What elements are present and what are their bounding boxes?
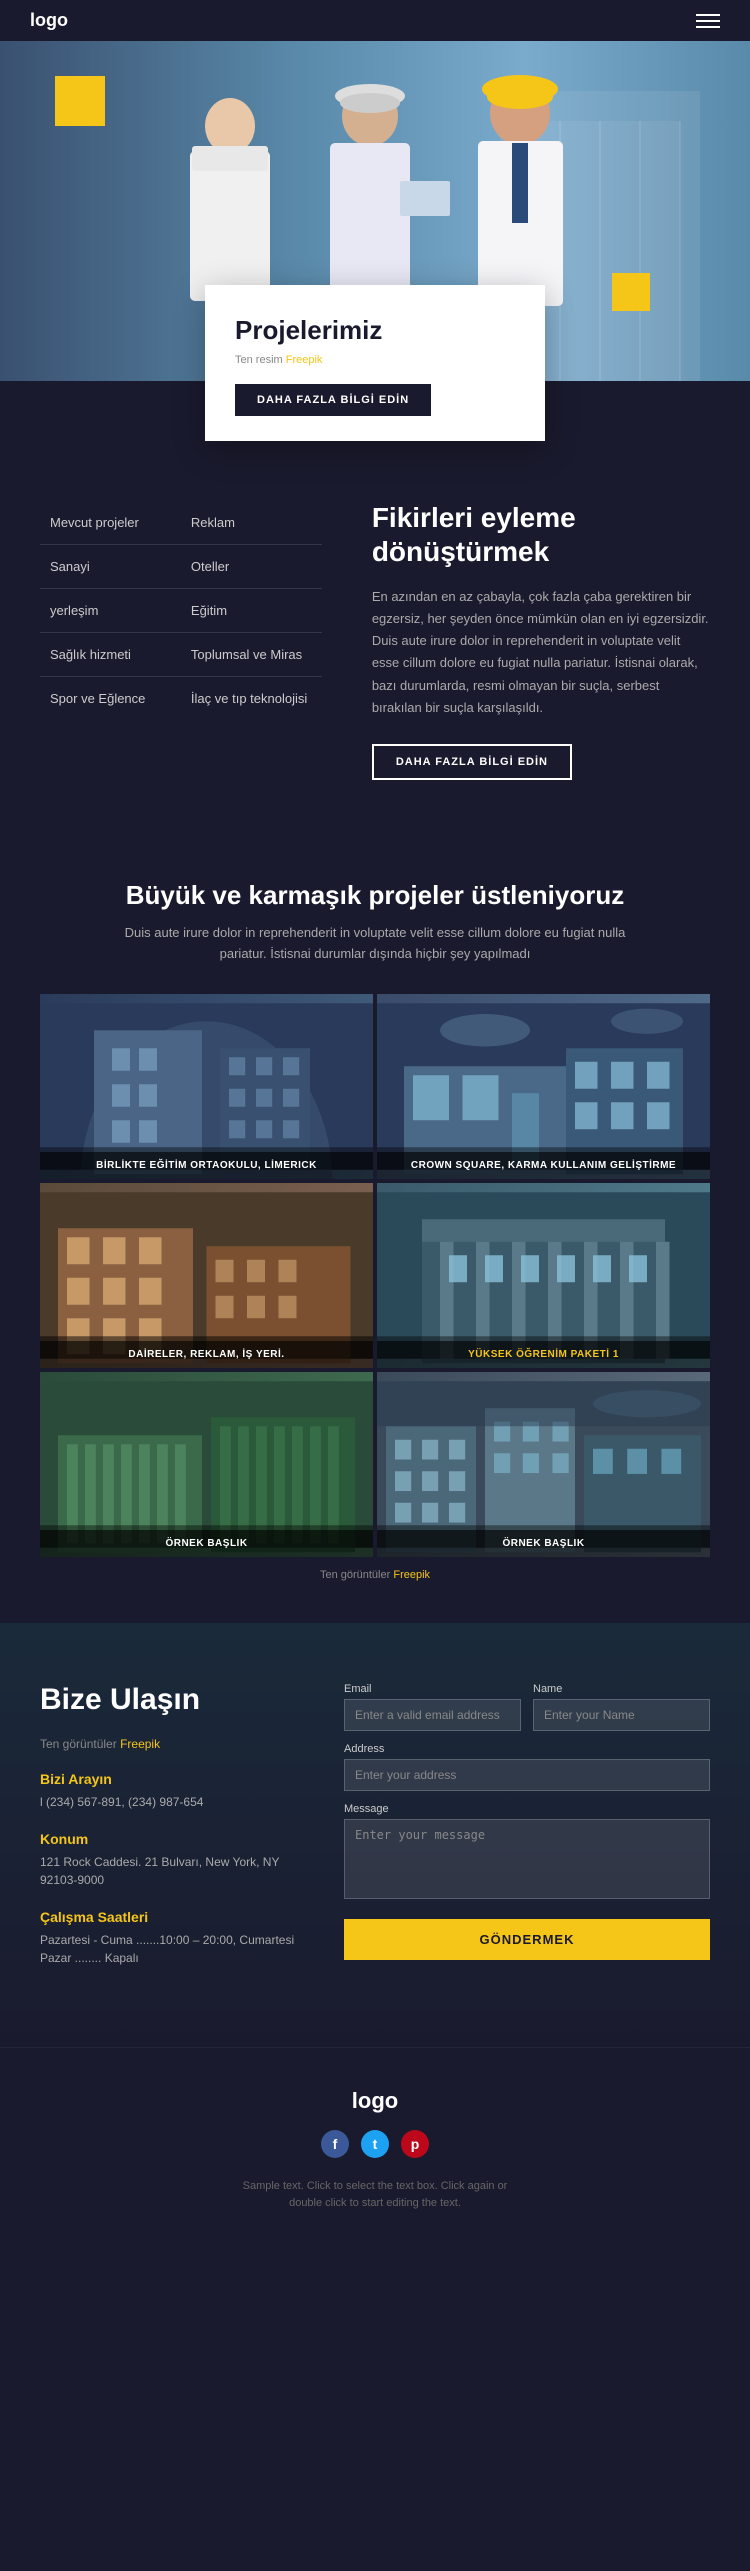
project-item-5[interactable]: ÖRNEK BAŞLIK <box>377 1372 710 1557</box>
contact-freepik-link[interactable]: Freepik <box>120 1737 160 1751</box>
hamburger-menu[interactable] <box>696 14 720 28</box>
facebook-icon: f <box>333 2136 338 2152</box>
footer-social: f t p <box>20 2130 730 2158</box>
email-group: Email <box>344 1683 521 1731</box>
contact-location-title: Konum <box>40 1831 304 1847</box>
cat-col-left: Mevcut projeler Sanayi yerleşim Sağlık h… <box>40 501 181 780</box>
address-group: Address <box>344 1743 710 1791</box>
categories-list: Mevcut projeler Sanayi yerleşim Sağlık h… <box>40 501 322 780</box>
project-label-2: DAİRELER, REKLAM, İŞ YERİ. <box>40 1341 373 1368</box>
project-grid: BİRLİKTE EĞİTİM ORTAOKULU, LİMERICK <box>40 994 710 1557</box>
cat-item-egitim[interactable]: Eğitim <box>181 589 322 633</box>
contact-location-value: 121 Rock Caddesi. 21 Bulvarı, New York, … <box>40 1853 304 1889</box>
projects-section: Büyük ve karmaşık projeler üstleniyoruz … <box>0 830 750 1624</box>
categories-title: Fikirleri eyleme dönüştürmek <box>372 501 710 568</box>
hero-cta-button[interactable]: DAHA FAZLA BİLGİ EDİN <box>235 384 431 416</box>
address-label: Address <box>344 1743 710 1755</box>
footer-sample-text: Sample text. Click to select the text bo… <box>225 2178 525 2211</box>
name-input[interactable] <box>533 1699 710 1731</box>
project-item-0[interactable]: BİRLİKTE EĞİTİM ORTAOKULU, LİMERICK <box>40 994 373 1179</box>
contact-hours: Çalışma Saatleri Pazartesi - Cuma ......… <box>40 1909 304 1967</box>
address-input[interactable] <box>344 1759 710 1791</box>
message-group: Message <box>344 1803 710 1899</box>
cat-item-reklam[interactable]: Reklam <box>181 501 322 545</box>
hero-card: Projelerimiz Ten resim Freepik DAHA FAZL… <box>205 285 545 441</box>
footer: logo f t p Sample text. Click to select … <box>0 2047 750 2231</box>
projects-freepik-link[interactable]: Freepik <box>393 1569 430 1581</box>
contact-location: Konum 121 Rock Caddesi. 21 Bulvarı, New … <box>40 1831 304 1889</box>
email-input[interactable] <box>344 1699 521 1731</box>
hero-section: Projelerimiz Ten resim Freepik DAHA FAZL… <box>0 41 750 381</box>
contact-form: Email Name Address Message GÖNDERMEK <box>344 1683 710 1987</box>
categories-description: Fikirleri eyleme dönüştürmek En azından … <box>352 501 710 780</box>
project-label-3: YÜKSEK ÖĞRENİM PAKETİ 1 <box>377 1341 710 1368</box>
form-row-email-name: Email Name <box>344 1683 710 1731</box>
contact-title: Bize Ulaşın <box>40 1683 304 1717</box>
hero-title: Projelerimiz <box>235 315 515 346</box>
pinterest-icon: p <box>411 2136 420 2152</box>
contact-section: Bize Ulaşın Ten görüntüler Freepik Bizi … <box>0 1623 750 2047</box>
freepik-link[interactable]: Freepik <box>286 354 323 366</box>
social-twitter-button[interactable]: t <box>361 2130 389 2158</box>
project-label-1: CROWN SQUARE, KARMA KULLANIM GELİŞTİRME <box>377 1152 710 1179</box>
cat-item-spor[interactable]: Spor ve Eğlence <box>40 677 181 720</box>
name-label: Name <box>533 1683 710 1695</box>
contact-hours-value: Pazartesi - Cuma .......10:00 – 20:00, C… <box>40 1931 304 1967</box>
contact-freepik: Ten görüntüler Freepik <box>40 1737 304 1751</box>
project-label-4: ÖRNEK BAŞLIK <box>40 1530 373 1557</box>
header: logo <box>0 0 750 41</box>
message-textarea[interactable] <box>344 1819 710 1899</box>
yellow-accent-top <box>55 76 105 126</box>
contact-call: Bizi Arayın l (234) 567-891, (234) 987-6… <box>40 1771 304 1811</box>
footer-logo: logo <box>20 2088 730 2114</box>
contact-hours-title: Çalışma Saatleri <box>40 1909 304 1925</box>
categories-section: Mevcut projeler Sanayi yerleşim Sağlık h… <box>0 461 750 830</box>
cat-col-right: Reklam Oteller Eğitim Toplumsal ve Miras… <box>181 501 322 780</box>
cat-item-mevcut[interactable]: Mevcut projeler <box>40 501 181 545</box>
projects-subtitle: Duis aute irure dolor in reprehenderit i… <box>115 923 635 965</box>
email-label: Email <box>344 1683 521 1695</box>
categories-body: En azından en az çabayla, çok fazla çaba… <box>372 586 710 719</box>
project-label-5: ÖRNEK BAŞLIK <box>377 1530 710 1557</box>
project-item-3[interactable]: YÜKSEK ÖĞRENİM PAKETİ 1 <box>377 1183 710 1368</box>
projects-freepik: Ten görüntüler Freepik <box>40 1557 710 1593</box>
logo: logo <box>30 10 68 31</box>
social-pinterest-button[interactable]: p <box>401 2130 429 2158</box>
categories-cta-button[interactable]: DAHA FAZLA BİLGİ EDİN <box>372 744 572 780</box>
project-item-4[interactable]: ÖRNEK BAŞLIK <box>40 1372 373 1557</box>
cat-item-oteller[interactable]: Oteller <box>181 545 322 589</box>
contact-call-title: Bizi Arayın <box>40 1771 304 1787</box>
contact-call-value: l (234) 567-891, (234) 987-654 <box>40 1793 304 1811</box>
projects-title: Büyük ve karmaşık projeler üstleniyoruz <box>40 880 710 911</box>
cat-item-ilac[interactable]: İlaç ve tıp teknolojisi <box>181 677 322 720</box>
project-item-2[interactable]: DAİRELER, REKLAM, İŞ YERİ. <box>40 1183 373 1368</box>
hero-freepik-note: Ten resim Freepik <box>235 354 515 366</box>
social-facebook-button[interactable]: f <box>321 2130 349 2158</box>
name-group: Name <box>533 1683 710 1731</box>
cat-item-sanayi[interactable]: Sanayi <box>40 545 181 589</box>
message-label: Message <box>344 1803 710 1815</box>
cat-item-saglik[interactable]: Sağlık hizmeti <box>40 633 181 677</box>
project-label-0: BİRLİKTE EĞİTİM ORTAOKULU, LİMERICK <box>40 1152 373 1179</box>
twitter-icon: t <box>373 2136 378 2152</box>
cat-item-yerlesim[interactable]: yerleşim <box>40 589 181 633</box>
submit-button[interactable]: GÖNDERMEK <box>344 1919 710 1960</box>
yellow-accent-right <box>612 273 650 311</box>
project-item-1[interactable]: CROWN SQUARE, KARMA KULLANIM GELİŞTİRME <box>377 994 710 1179</box>
contact-info-panel: Bize Ulaşın Ten görüntüler Freepik Bizi … <box>40 1683 304 1987</box>
cat-item-toplumsal[interactable]: Toplumsal ve Miras <box>181 633 322 677</box>
